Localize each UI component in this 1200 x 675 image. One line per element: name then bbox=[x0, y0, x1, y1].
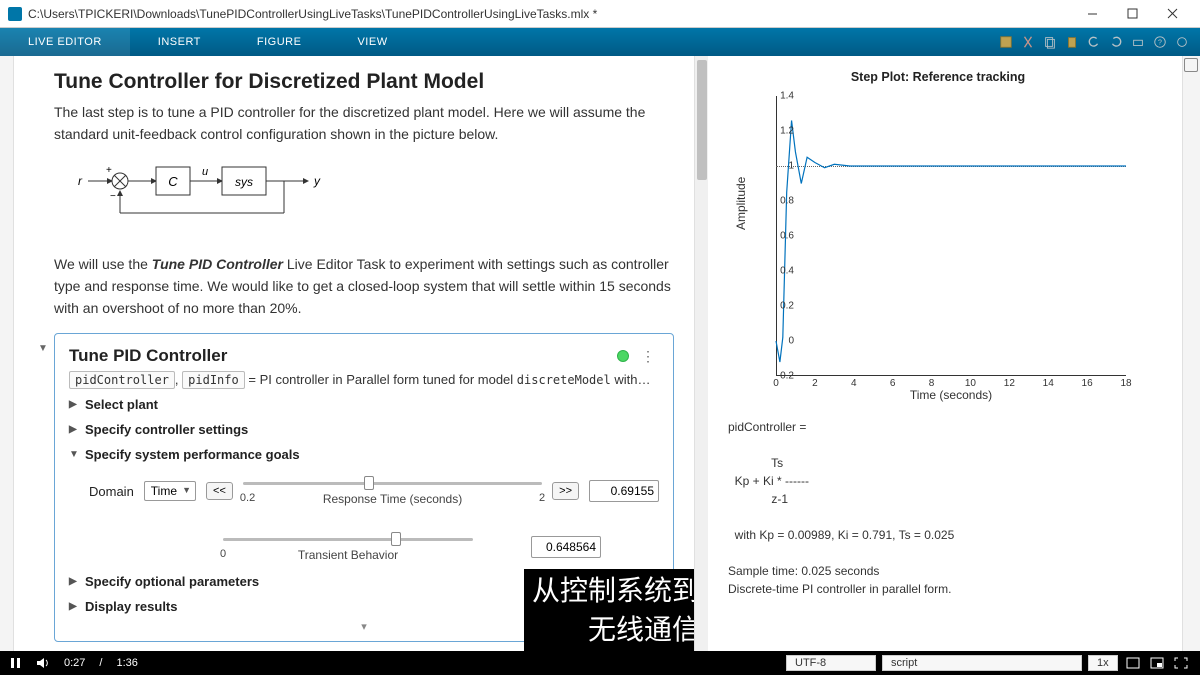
left-gutter bbox=[0, 56, 14, 651]
diagram-label-r: r bbox=[78, 174, 83, 188]
task-status-indicator bbox=[617, 350, 629, 362]
ribbon-toolstrip: LIVE EDITOR INSERT FIGURE VIEW ? bbox=[0, 28, 1200, 56]
mode-field[interactable]: script bbox=[882, 655, 1082, 671]
section-controller-settings[interactable]: ▶Specify controller settings bbox=[69, 422, 659, 437]
copy-icon[interactable] bbox=[1040, 32, 1060, 52]
tab-insert[interactable]: INSERT bbox=[130, 28, 229, 56]
paste-icon[interactable] bbox=[1062, 32, 1082, 52]
response-time-value[interactable] bbox=[589, 480, 659, 502]
section-select-plant[interactable]: ▶Select plant bbox=[69, 397, 659, 412]
task-collapse-toggle[interactable]: ▼ bbox=[38, 343, 48, 354]
svg-text:−: − bbox=[110, 191, 116, 202]
svg-text:?: ? bbox=[1158, 40, 1162, 47]
zoom-field[interactable]: 1x bbox=[1088, 655, 1118, 671]
document-pane: Tune Controller for Discretized Plant Mo… bbox=[14, 56, 708, 651]
video-subtitle-overlay: 从控制系统到 无线通信 bbox=[524, 569, 694, 651]
pip-icon[interactable] bbox=[1148, 654, 1166, 672]
app-icon bbox=[8, 7, 22, 21]
tab-live-editor[interactable]: LIVE EDITOR bbox=[0, 28, 130, 56]
svg-text:C: C bbox=[168, 174, 178, 189]
gear-icon[interactable] bbox=[1172, 32, 1192, 52]
help-icon[interactable]: ? bbox=[1150, 32, 1170, 52]
layout-icon[interactable] bbox=[1124, 654, 1142, 672]
domain-select[interactable]: Time bbox=[144, 481, 196, 501]
svg-text:u: u bbox=[202, 166, 208, 178]
svg-text:sys: sys bbox=[235, 175, 253, 189]
chart-ylabel: Amplitude bbox=[734, 177, 748, 230]
save-icon[interactable] bbox=[996, 32, 1016, 52]
maximize-button[interactable] bbox=[1112, 1, 1152, 27]
section-performance-goals[interactable]: ▼Specify system performance goals bbox=[69, 447, 659, 462]
playback-time-current: 0:27 bbox=[64, 657, 85, 669]
editor-main: Tune Controller for Discretized Plant Mo… bbox=[0, 56, 1200, 651]
playback-statusbar: 0:27 / 1:36 UTF-8 script 1x bbox=[0, 651, 1200, 675]
output-panel-toggle[interactable] bbox=[1184, 58, 1198, 72]
task-title: Tune PID Controller bbox=[69, 346, 609, 366]
close-button[interactable] bbox=[1152, 1, 1192, 27]
transient-behavior-slider[interactable]: 0 Transient Behavior bbox=[223, 530, 473, 564]
task-output-line: pidController, pidInfo = PI controller i… bbox=[69, 372, 659, 387]
output-pane: Step Plot: Reference tracking Amplitude … bbox=[708, 56, 1182, 651]
playback-time-total: 1:36 bbox=[116, 657, 137, 669]
response-curve bbox=[776, 96, 1126, 376]
step-response-chart: Step Plot: Reference tracking Amplitude … bbox=[728, 70, 1148, 400]
redo-icon[interactable] bbox=[1106, 32, 1126, 52]
svg-text:+: + bbox=[106, 165, 112, 176]
feedback-diagram: r + − C u sys y bbox=[78, 159, 674, 234]
response-time-next-button[interactable]: >> bbox=[552, 482, 579, 500]
fullscreen-icon[interactable] bbox=[1172, 654, 1190, 672]
command-output: pidController = Ts Kp + Ki * ------ z-1 … bbox=[728, 418, 1162, 598]
pause-button[interactable] bbox=[10, 657, 22, 669]
response-time-slider[interactable]: 0.2 2 Response Time (seconds) bbox=[243, 474, 542, 508]
print-icon[interactable] bbox=[1128, 32, 1148, 52]
cut-icon[interactable] bbox=[1018, 32, 1038, 52]
volume-button[interactable] bbox=[36, 657, 50, 669]
domain-label: Domain bbox=[89, 484, 134, 499]
section-heading: Tune Controller for Discretized Plant Mo… bbox=[54, 70, 674, 94]
output-var[interactable]: pidInfo bbox=[182, 371, 245, 389]
window-title: C:\Users\TPICKERI\Downloads\TunePIDContr… bbox=[28, 7, 597, 21]
right-rail bbox=[1182, 56, 1200, 651]
output-var[interactable]: pidController bbox=[69, 371, 175, 389]
svg-text:y: y bbox=[313, 174, 321, 188]
undo-icon[interactable] bbox=[1084, 32, 1104, 52]
transient-behavior-value[interactable] bbox=[531, 536, 601, 558]
document-scrollbar[interactable] bbox=[694, 56, 708, 651]
minimize-button[interactable] bbox=[1072, 1, 1112, 27]
chart-xlabel: Time (seconds) bbox=[776, 388, 1126, 402]
chart-title: Step Plot: Reference tracking bbox=[728, 70, 1148, 84]
window-titlebar: C:\Users\TPICKERI\Downloads\TunePIDContr… bbox=[0, 0, 1200, 28]
encoding-field[interactable]: UTF-8 bbox=[786, 655, 876, 671]
quick-access-toolbar: ? bbox=[996, 28, 1200, 56]
tab-figure[interactable]: FIGURE bbox=[229, 28, 330, 56]
tab-view[interactable]: VIEW bbox=[329, 28, 415, 56]
paragraph: We will use the Tune PID Controller Live… bbox=[54, 254, 674, 319]
paragraph: The last step is to tune a PID controlle… bbox=[54, 102, 674, 145]
task-menu-button[interactable]: ⋮ bbox=[637, 348, 659, 365]
performance-goals-panel: Domain Time << 0.2 2 Response Time (seco… bbox=[69, 462, 659, 564]
response-time-prev-button[interactable]: << bbox=[206, 482, 233, 500]
